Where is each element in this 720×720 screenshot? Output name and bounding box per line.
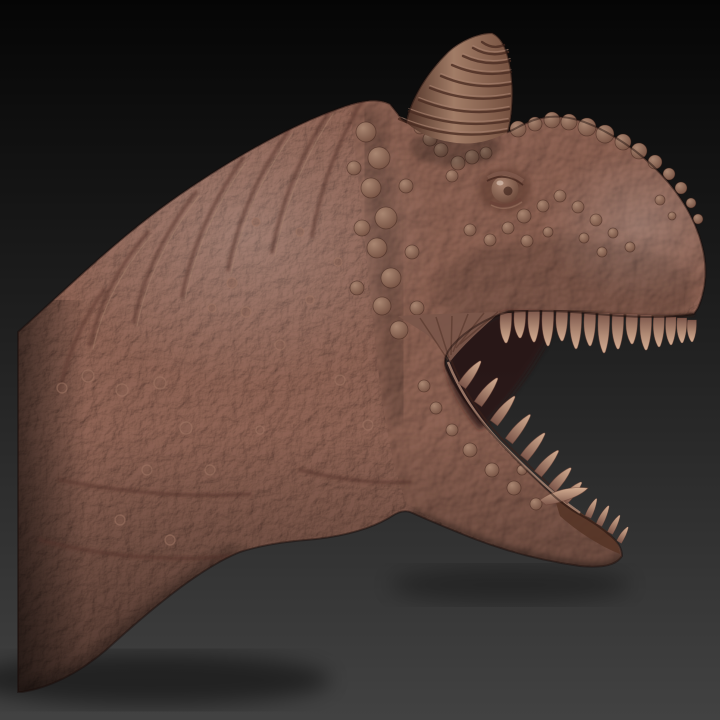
pebble bbox=[445, 169, 459, 183]
pebble bbox=[367, 146, 391, 170]
pebble bbox=[484, 462, 500, 478]
pebble bbox=[685, 197, 697, 209]
bump bbox=[179, 421, 193, 435]
pebble bbox=[536, 199, 550, 213]
bump bbox=[251, 217, 261, 227]
pebble bbox=[353, 219, 371, 237]
eye bbox=[479, 168, 531, 212]
bump bbox=[333, 257, 343, 267]
bump bbox=[255, 425, 265, 435]
pebble bbox=[654, 194, 666, 206]
bump bbox=[204, 464, 216, 476]
pebble bbox=[630, 142, 648, 160]
bump bbox=[56, 382, 68, 394]
pebble bbox=[571, 200, 585, 214]
membrane-fold bbox=[450, 315, 453, 356]
pebble bbox=[516, 208, 532, 224]
bump bbox=[164, 534, 176, 546]
pebble bbox=[589, 213, 603, 227]
bump bbox=[334, 374, 346, 386]
pebble bbox=[553, 189, 567, 203]
pebble bbox=[667, 211, 677, 221]
sculpt-viewport bbox=[0, 0, 720, 720]
pebble bbox=[398, 178, 414, 194]
pebble bbox=[463, 223, 477, 237]
bump bbox=[295, 227, 305, 237]
pebble bbox=[445, 423, 459, 437]
pebble bbox=[578, 232, 590, 244]
bump bbox=[207, 303, 217, 313]
pebble bbox=[389, 320, 409, 340]
bump bbox=[141, 464, 153, 476]
bump bbox=[362, 419, 374, 431]
pebble bbox=[542, 226, 554, 238]
bump bbox=[115, 383, 129, 397]
pebble bbox=[543, 111, 561, 129]
bump bbox=[305, 295, 315, 305]
pebble bbox=[355, 121, 377, 143]
bump bbox=[114, 514, 126, 526]
pebble bbox=[624, 241, 636, 253]
pebble bbox=[520, 234, 534, 248]
pebble bbox=[483, 233, 497, 247]
pebble bbox=[462, 442, 478, 458]
pebble bbox=[501, 221, 515, 235]
jaw-shadow bbox=[390, 567, 630, 603]
pebble bbox=[607, 227, 619, 239]
bump bbox=[153, 376, 167, 390]
bump bbox=[274, 339, 286, 351]
pebble bbox=[380, 267, 402, 289]
bump bbox=[240, 306, 252, 318]
bump bbox=[226, 277, 238, 289]
pupil bbox=[503, 186, 513, 196]
pebble bbox=[596, 246, 608, 258]
pebble bbox=[360, 177, 382, 199]
pebble bbox=[429, 401, 443, 415]
pebble bbox=[506, 480, 522, 496]
bump bbox=[81, 369, 95, 383]
pebble bbox=[409, 300, 425, 316]
eye-specular bbox=[496, 180, 504, 186]
cut-edge-shade bbox=[18, 300, 86, 692]
pebble bbox=[372, 296, 392, 316]
pebble bbox=[404, 244, 420, 260]
pebble bbox=[374, 206, 398, 230]
pebble bbox=[349, 280, 365, 296]
pebble bbox=[366, 237, 388, 259]
pebble bbox=[346, 160, 362, 176]
pebble bbox=[417, 379, 431, 393]
